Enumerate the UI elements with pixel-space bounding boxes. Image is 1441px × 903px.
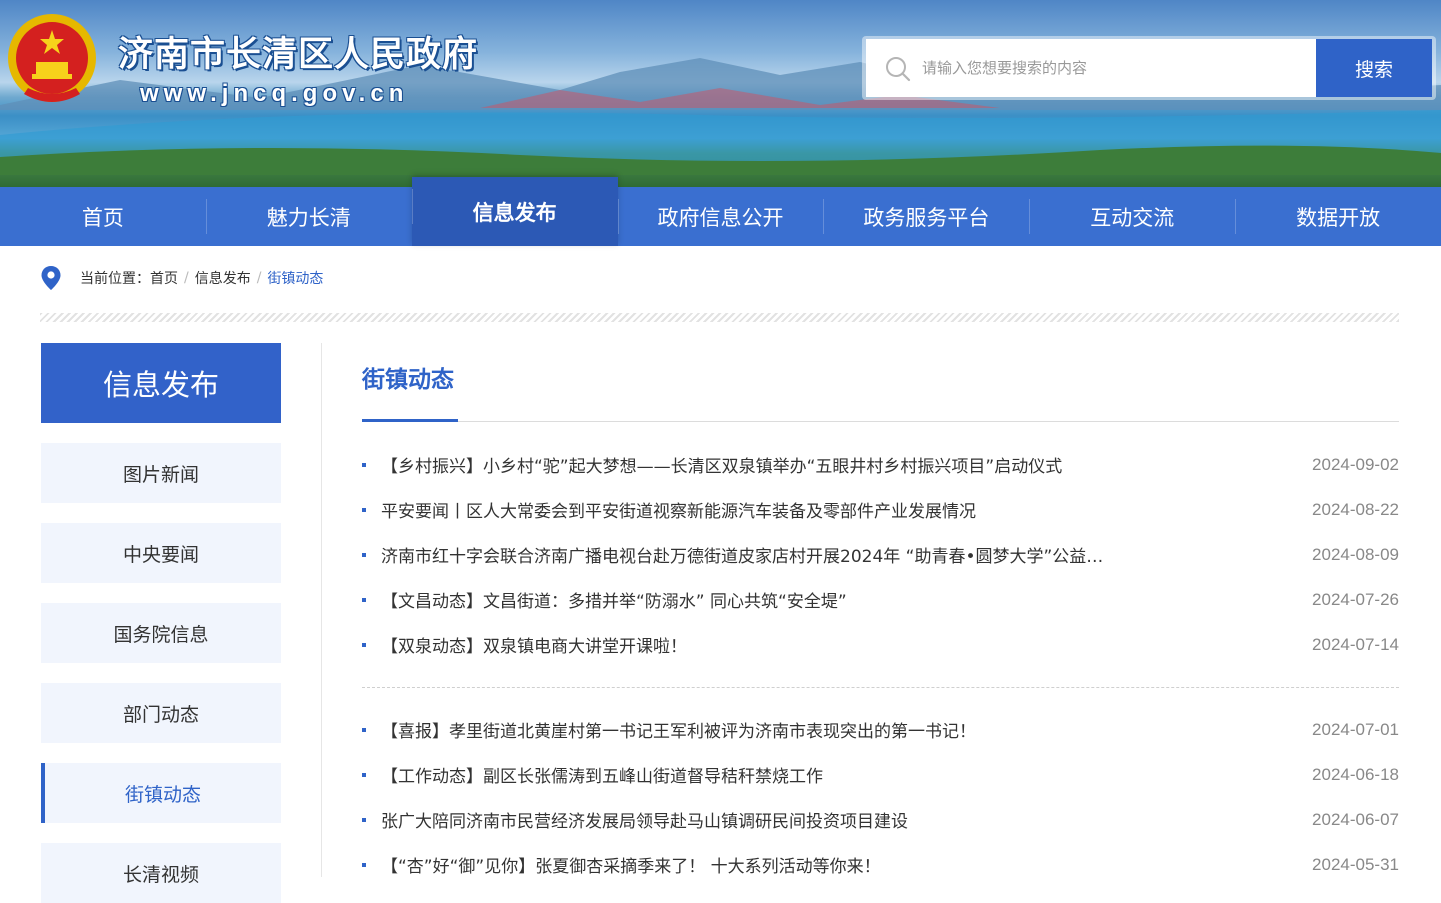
news-title[interactable]: 【乡村振兴】小乡村“驼”起大梦想——长清区双泉镇举办“五眼井村乡村振兴项目”启动…	[381, 452, 1062, 477]
bullet-icon	[362, 507, 366, 512]
search-field-wrapper	[866, 39, 1316, 97]
bullet-icon	[362, 817, 366, 822]
header-banner: 济南市长清区人民政府 www.jncq.gov.cn 搜索	[0, 0, 1441, 187]
hatched-divider	[40, 313, 1399, 322]
content-title: 街镇动态	[362, 367, 454, 393]
nav-item-interaction[interactable]: 互动交流	[1029, 187, 1235, 246]
nav-item-gov-info-disclosure[interactable]: 政府信息公开	[617, 187, 824, 246]
bullet-icon	[362, 552, 366, 557]
news-title[interactable]: 济南市红十字会联合济南广播电视台赴万德街道皮家店村开展2024年 “助青春•圆梦…	[381, 542, 1103, 567]
news-row[interactable]: 【工作动态】副区长张儒涛到五峰山街道督导秸秆禁烧工作 2024-06-18	[362, 752, 1399, 797]
nav-item-info-release[interactable]: 信息发布	[411, 177, 618, 246]
title-underline	[362, 419, 458, 422]
group-divider	[362, 687, 1399, 688]
sidebar-item-town-news[interactable]: 街镇动态	[41, 763, 281, 823]
news-title[interactable]: 【“杏”好“御”见你】张夏御杏采摘季来了！ 十大系列活动等你来！	[381, 852, 881, 877]
news-date: 2024-06-18	[1312, 764, 1399, 784]
news-title[interactable]: 【双泉动态】双泉镇电商大讲堂开课啦！	[381, 632, 687, 657]
sidebar-item-department-news[interactable]: 部门动态	[41, 683, 281, 743]
search-button[interactable]: 搜索	[1316, 39, 1432, 97]
news-list: 【乡村振兴】小乡村“驼”起大梦想——长清区双泉镇举办“五眼井村乡村振兴项目”启动…	[362, 442, 1399, 667]
sidebar-item-changqing-video[interactable]: 长清视频	[41, 843, 281, 903]
search-input[interactable]	[922, 39, 1302, 97]
nav-item-home[interactable]: 首页	[0, 187, 206, 246]
news-date: 2024-08-09	[1312, 544, 1399, 564]
news-row[interactable]: 【文昌动态】文昌街道：多措并举“防溺水” 同心共筑“安全堤” 2024-07-2…	[362, 577, 1399, 622]
bullet-icon	[362, 727, 366, 732]
news-date: 2024-05-31	[1312, 854, 1399, 874]
breadcrumb-separator: /	[184, 270, 189, 286]
news-title[interactable]: 平安要闻丨区人大常委会到平安街道视察新能源汽车装备及零部件产业发展情况	[381, 497, 976, 522]
site-title: 济南市长清区人民政府	[118, 34, 479, 75]
news-row[interactable]: 【双泉动态】双泉镇电商大讲堂开课啦！ 2024-07-14	[362, 622, 1399, 667]
breadcrumb: 当前位置： 首页 / 信息发布 / 街镇动态	[40, 264, 323, 292]
news-title[interactable]: 【喜报】孝里街道北黄崖村第一书记王军利被评为济南市表现突出的第一书记！	[381, 717, 976, 742]
bullet-icon	[362, 462, 366, 467]
news-date: 2024-07-01	[1312, 719, 1399, 739]
news-row[interactable]: 平安要闻丨区人大常委会到平安街道视察新能源汽车装备及零部件产业发展情况 2024…	[362, 487, 1399, 532]
news-row[interactable]: 张广大陪同济南市民营经济发展局领导赴马山镇调研民间投资项目建设 2024-06-…	[362, 797, 1399, 842]
news-row[interactable]: 济南市红十字会联合济南广播电视台赴万德街道皮家店村开展2024年 “助青春•圆梦…	[362, 532, 1399, 577]
news-date: 2024-09-02	[1312, 454, 1399, 474]
breadcrumb-home[interactable]: 首页	[150, 268, 178, 288]
nav-item-service-platform[interactable]: 政务服务平台	[823, 187, 1029, 246]
sidebar-item-central-news[interactable]: 中央要闻	[41, 523, 281, 583]
news-list: 【喜报】孝里街道北黄崖村第一书记王军利被评为济南市表现突出的第一书记！ 2024…	[362, 707, 1399, 887]
nav-item-charm-changqing[interactable]: 魅力长清	[205, 187, 412, 246]
sidebar-title: 信息发布	[41, 343, 281, 423]
news-row[interactable]: 【“杏”好“御”见你】张夏御杏采摘季来了！ 十大系列活动等你来！ 2024-05…	[362, 842, 1399, 887]
bullet-icon	[362, 642, 366, 647]
news-date: 2024-06-07	[1312, 809, 1399, 829]
search-icon	[886, 57, 911, 82]
sidebar-item-state-council[interactable]: 国务院信息	[41, 603, 281, 663]
site-url: www.jncq.gov.cn	[140, 80, 409, 107]
bullet-icon	[362, 597, 366, 602]
breadcrumb-current[interactable]: 街镇动态	[267, 268, 323, 288]
news-title[interactable]: 【文昌动态】文昌街道：多措并举“防溺水” 同心共筑“安全堤”	[381, 587, 847, 612]
vertical-divider	[321, 343, 322, 877]
search-box: 搜索	[862, 36, 1436, 100]
location-pin-icon	[41, 266, 61, 290]
news-row[interactable]: 【喜报】孝里街道北黄崖村第一书记王军利被评为济南市表现突出的第一书记！ 2024…	[362, 707, 1399, 752]
news-date: 2024-07-26	[1312, 589, 1399, 609]
title-rule	[362, 421, 1399, 422]
bullet-icon	[362, 772, 366, 777]
news-title[interactable]: 张广大陪同济南市民营经济发展局领导赴马山镇调研民间投资项目建设	[381, 807, 908, 832]
national-emblem-icon	[8, 14, 96, 102]
nav-item-open-data[interactable]: 数据开放	[1235, 187, 1441, 246]
news-row[interactable]: 【乡村振兴】小乡村“驼”起大梦想——长清区双泉镇举办“五眼井村乡村振兴项目”启动…	[362, 442, 1399, 487]
news-title[interactable]: 【工作动态】副区长张儒涛到五峰山街道督导秸秆禁烧工作	[381, 762, 823, 787]
breadcrumb-section[interactable]: 信息发布	[195, 268, 251, 288]
breadcrumb-prefix: 当前位置：	[80, 271, 150, 287]
sidebar-item-photo-news[interactable]: 图片新闻	[41, 443, 281, 503]
breadcrumb-separator: /	[256, 270, 262, 286]
bullet-icon	[362, 862, 366, 867]
news-date: 2024-08-22	[1312, 499, 1399, 519]
news-date: 2024-07-14	[1312, 634, 1399, 654]
main-nav: 首页 魅力长清 信息发布 政府信息公开 政务服务平台 互动交流 数据开放	[0, 177, 1441, 246]
